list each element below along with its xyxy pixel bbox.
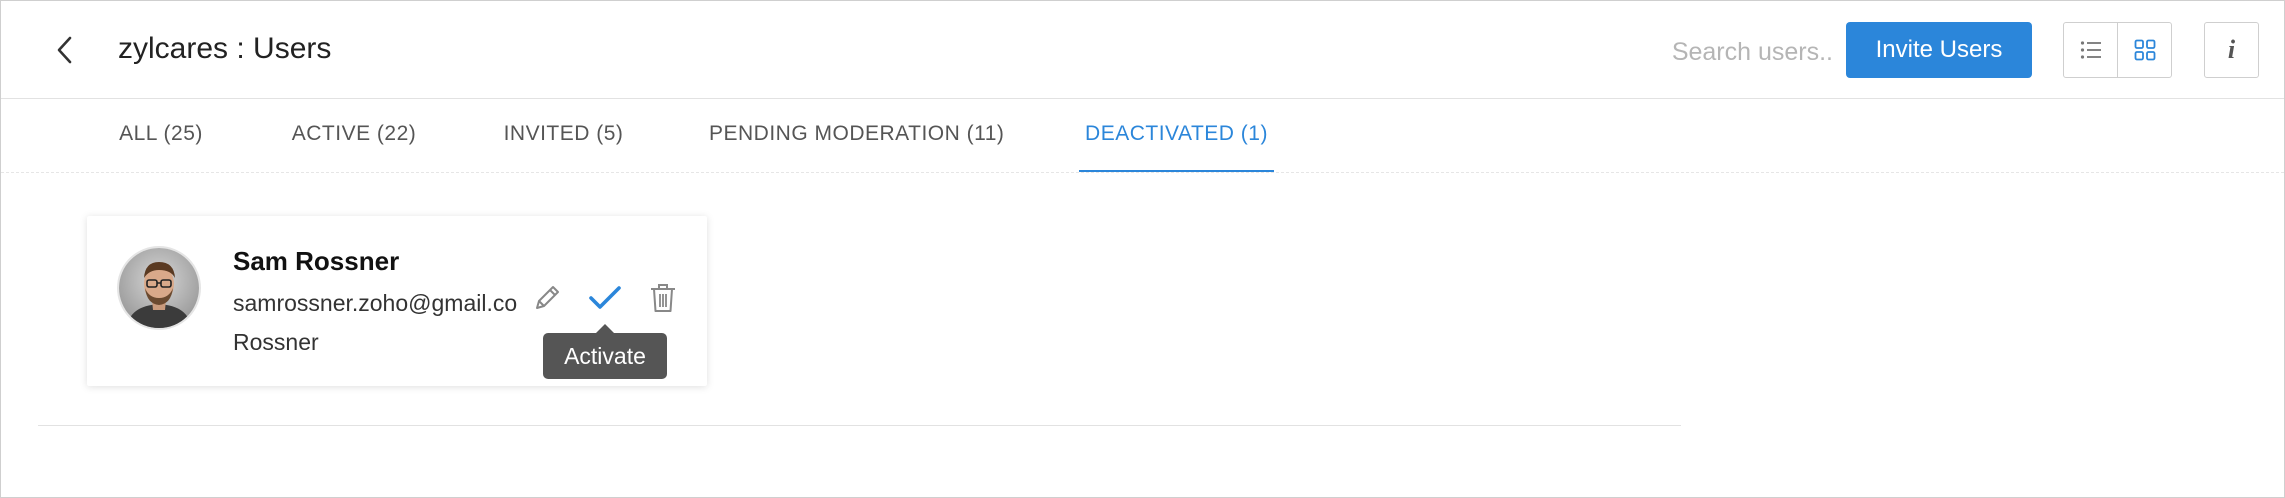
delete-user-button[interactable]: [645, 280, 681, 316]
user-card: Sam Rossner samrossner.zoho@gmail.co Ros…: [87, 216, 707, 386]
pencil-icon: [536, 286, 559, 309]
app-window: zylcares : Users Invite Users: [0, 0, 2285, 498]
tab-pending-moderation[interactable]: PENDING MODERATION (11): [709, 99, 1004, 172]
list-view-button[interactable]: [2064, 23, 2117, 77]
user-name: Sam Rossner: [233, 246, 400, 276]
view-toggle: [2063, 22, 2172, 78]
tab-all[interactable]: ALL (25): [118, 99, 204, 172]
invite-users-button[interactable]: Invite Users: [1846, 22, 2032, 78]
activate-user-button[interactable]: [587, 280, 623, 316]
user-surname: Rossner: [233, 329, 319, 355]
tab-active[interactable]: ACTIVE (22): [290, 99, 418, 172]
list-view-icon: [2080, 41, 2101, 59]
search-input[interactable]: [1631, 29, 1835, 75]
divider: [38, 425, 1681, 426]
user-status-tabs: ALL (25) ACTIVE (22) INVITED (5) PENDING…: [1, 99, 2284, 173]
activate-tooltip: Activate: [543, 324, 667, 379]
grid-view-button[interactable]: [2117, 23, 2171, 77]
back-button[interactable]: [45, 25, 85, 75]
header-bar: zylcares : Users Invite Users: [1, 1, 2284, 99]
chevron-left-icon: [57, 36, 72, 64]
user-email: samrossner.zoho@gmail.co: [233, 290, 518, 316]
page-title: zylcares : Users: [118, 32, 332, 65]
info-button[interactable]: i: [2204, 22, 2259, 78]
avatar: [117, 246, 201, 330]
trash-icon: [651, 284, 675, 312]
checkmark-icon: [589, 286, 621, 309]
grid-view-icon: [2134, 39, 2155, 61]
info-icon: i: [2227, 35, 2236, 64]
edit-user-button[interactable]: [529, 280, 565, 316]
tab-invited[interactable]: INVITED (5): [503, 99, 624, 172]
tab-deactivated[interactable]: DEACTIVATED (1): [1079, 99, 1274, 172]
